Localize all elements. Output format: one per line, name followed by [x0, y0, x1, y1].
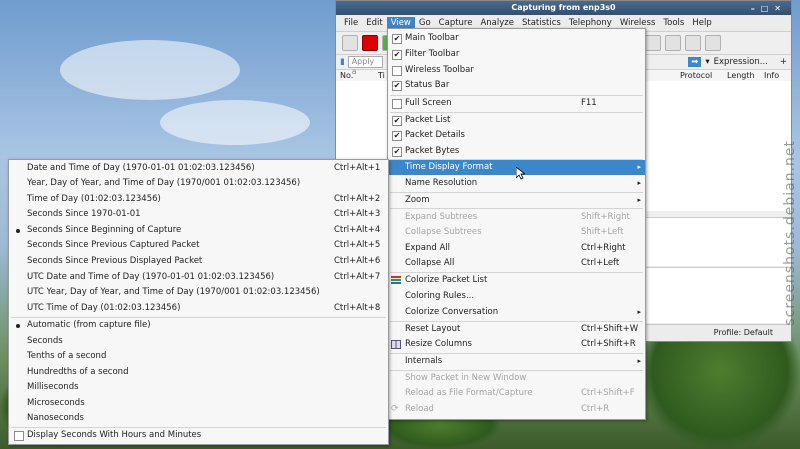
menu-item-wireless-toolbar[interactable]: Wireless Toolbar: [388, 63, 645, 78]
menu-item-microseconds[interactable]: Microseconds: [9, 396, 388, 411]
menu-item-tenths[interactable]: Tenths of a second: [9, 349, 388, 364]
checkbox-checked-icon: ✔: [392, 50, 402, 60]
display-filter-input[interactable]: Apply a: [347, 56, 383, 76]
menu-item-reload-as-file-format[interactable]: Reload as File Format/Capture Ctrl+Shift+…: [388, 386, 645, 401]
menu-help[interactable]: Help: [688, 17, 715, 29]
resize-columns-icon: [391, 340, 401, 349]
menu-item-show-packet-new-window[interactable]: Show Packet in New Window: [388, 371, 645, 386]
menu-item-utc-time-of-day[interactable]: UTC Time of Day (01:02:03.123456) Ctrl+Al…: [9, 301, 388, 316]
menu-item-reset-layout[interactable]: Reset Layout Ctrl+Shift+W: [388, 322, 645, 337]
zoom-out-icon[interactable]: [665, 35, 681, 51]
menu-item-milliseconds[interactable]: Milliseconds: [9, 380, 388, 395]
menu-item-full-screen[interactable]: Full Screen F11: [388, 96, 645, 111]
menu-item-nanoseconds[interactable]: Nanoseconds: [9, 411, 388, 426]
menu-item-display-hours-minutes[interactable]: Display Seconds With Hours and Minutes: [9, 428, 388, 443]
menu-item-utc-year-doy-time[interactable]: UTC Year, Day of Year, and Time of Day (…: [9, 285, 388, 300]
window-title: Capturing from enp3s0: [511, 3, 616, 12]
window-titlebar: Capturing from enp3s0 –□✕: [336, 1, 791, 15]
menu-item-filter-toolbar[interactable]: ✔ Filter Toolbar: [388, 47, 645, 62]
menu-item-seconds-since-capture[interactable]: Seconds Since Beginning of Capture Ctrl+A…: [9, 223, 388, 238]
checkbox-checked-icon: ✔: [392, 81, 402, 91]
menu-item-time-of-day[interactable]: Time of Day (01:02:03.123456) Ctrl+Alt+2: [9, 192, 388, 207]
profile-label[interactable]: Profile: Default: [714, 325, 773, 341]
menu-item-seconds-since-prev-displayed[interactable]: Seconds Since Previous Displayed Packet C…: [9, 254, 388, 269]
menu-item-status-bar[interactable]: ✔ Status Bar: [388, 78, 645, 93]
menu-item-utc-date-time[interactable]: UTC Date and Time of Day (1970-01-01 01:…: [9, 270, 388, 285]
zoom-normal-icon[interactable]: [685, 35, 701, 51]
radio-selected-icon: [16, 229, 20, 233]
radio-selected-icon: [16, 324, 20, 328]
menu-item-internals[interactable]: Internals ▸: [388, 354, 645, 369]
checkbox-unchecked-icon: [14, 431, 24, 441]
checkbox-checked-icon: ✔: [392, 147, 402, 157]
colorize-icon: [391, 276, 401, 285]
menu-item-packet-details[interactable]: ✔ Packet Details: [388, 128, 645, 143]
menu-item-main-toolbar[interactable]: ✔ Main Toolbar: [388, 31, 645, 46]
menu-item-date-time-of-day[interactable]: Date and Time of Day (1970-01-01 01:02:0…: [9, 161, 388, 176]
mouse-cursor-icon: [516, 167, 525, 180]
checkbox-checked-icon: ✔: [392, 34, 402, 44]
checkbox-checked-icon: ✔: [392, 131, 402, 141]
resize-columns-icon[interactable]: [705, 35, 721, 51]
menu-tools[interactable]: Tools: [659, 17, 688, 29]
menu-item-collapse-subtrees[interactable]: Collapse Subtrees Shift+Left: [388, 225, 645, 240]
submenu-arrow-icon: ▸: [637, 196, 641, 204]
menu-item-colorize-packet-list[interactable]: Colorize Packet List: [388, 273, 645, 288]
expression-button[interactable]: Expression...: [714, 57, 768, 67]
zoom-in-icon[interactable]: [645, 35, 661, 51]
submenu-arrow-icon: ▸: [637, 308, 641, 316]
view-menu: ✔ Main Toolbar ✔ Filter Toolbar Wireless T…: [387, 28, 646, 420]
menu-item-resize-columns[interactable]: Resize Columns Ctrl+Shift+R: [388, 337, 645, 352]
checkbox-unchecked-icon: [392, 66, 402, 76]
reload-icon: ⟳: [391, 404, 399, 414]
menu-item-hundredths[interactable]: Hundredths of a second: [9, 365, 388, 380]
menu-item-automatic[interactable]: Automatic (from capture file): [9, 318, 388, 333]
menu-item-coloring-rules[interactable]: Coloring Rules...: [388, 289, 645, 304]
menu-file[interactable]: File: [340, 17, 362, 29]
menu-separator: [390, 208, 643, 209]
menu-item-packet-bytes[interactable]: ✔ Packet Bytes: [388, 144, 645, 159]
menu-item-year-doy-time[interactable]: Year, Day of Year, and Time of Day (1970…: [9, 176, 388, 191]
apply-filter-icon[interactable]: ➡: [688, 57, 702, 67]
window-controls[interactable]: –□✕: [751, 2, 787, 16]
menu-item-seconds-since-prev-captured[interactable]: Seconds Since Previous Captured Packet Ct…: [9, 238, 388, 253]
bookmark-icon[interactable]: ▮: [340, 57, 345, 67]
menu-item-seconds[interactable]: Seconds: [9, 334, 388, 349]
submenu-arrow-icon: ▸: [637, 163, 641, 171]
submenu-arrow-icon: ▸: [637, 179, 641, 187]
menu-item-colorize-conversation[interactable]: Colorize Conversation ▸: [388, 305, 645, 320]
time-display-format-submenu: Date and Time of Day (1970-01-01 01:02:0…: [8, 159, 389, 445]
menu-item-seconds-since-epoch[interactable]: Seconds Since 1970-01-01 Ctrl+Alt+3: [9, 207, 388, 222]
menu-item-expand-subtrees[interactable]: Expand Subtrees Shift+Right: [388, 210, 645, 225]
add-filter-button[interactable]: +: [780, 57, 787, 67]
cloud: [60, 40, 240, 100]
filter-dropdown-icon[interactable]: ▾: [705, 57, 709, 67]
menu-item-reload[interactable]: ⟳ Reload Ctrl+R: [388, 402, 645, 417]
cloud: [160, 100, 310, 145]
menu-edit[interactable]: Edit: [362, 17, 386, 29]
shark-fin-icon[interactable]: [342, 35, 358, 51]
submenu-arrow-icon: ▸: [637, 357, 641, 365]
checkbox-unchecked-icon: [392, 99, 402, 109]
menu-item-packet-list[interactable]: ✔ Packet List: [388, 113, 645, 128]
menu-item-collapse-all[interactable]: Collapse All Ctrl+Left: [388, 256, 645, 271]
menu-item-expand-all[interactable]: Expand All Ctrl+Right: [388, 241, 645, 256]
menu-item-zoom[interactable]: Zoom ▸: [388, 193, 645, 208]
stop-capture-icon[interactable]: [362, 35, 378, 51]
watermark: screenshots.debian.net: [782, 140, 798, 326]
checkbox-checked-icon: ✔: [392, 116, 402, 126]
